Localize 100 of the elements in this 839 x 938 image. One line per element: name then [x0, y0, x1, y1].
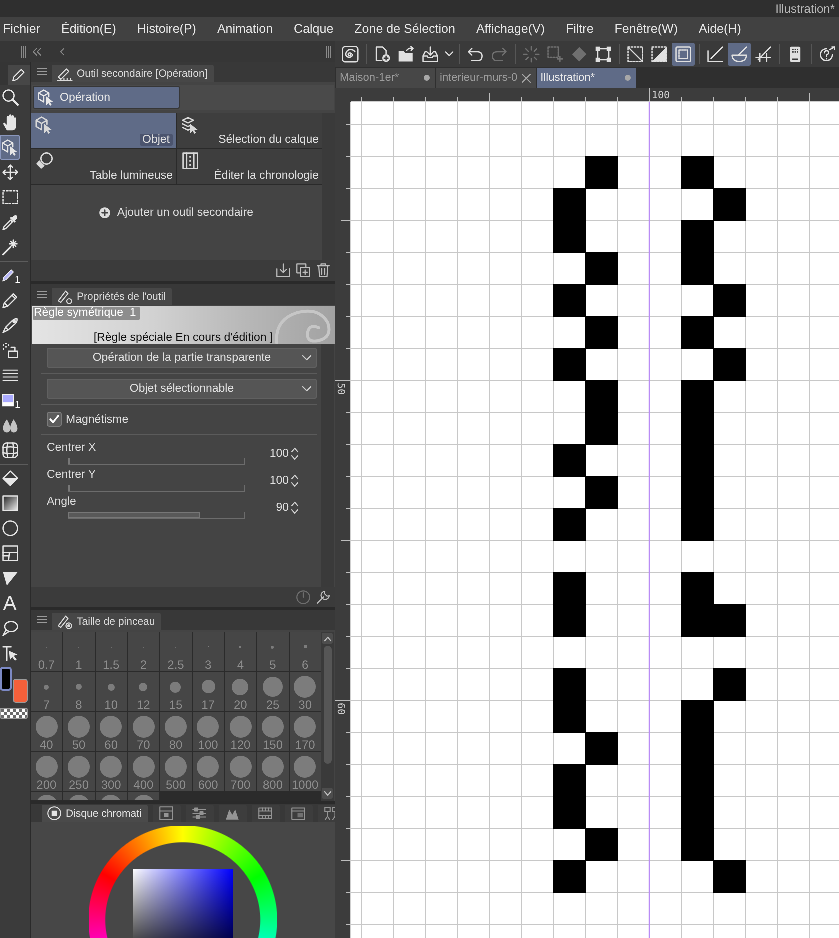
- menu-item[interactable]: Édition(E): [62, 22, 116, 36]
- transparent-color-icon[interactable]: [0, 708, 28, 719]
- brush-size-option[interactable]: 1: [63, 632, 95, 671]
- trash-icon[interactable]: [316, 263, 331, 278]
- panel-tab[interactable]: Disque chromati: [42, 805, 148, 822]
- brush-size-option[interactable]: 30: [290, 672, 321, 711]
- drawing-canvas[interactable]: [351, 102, 839, 938]
- duplicate-icon[interactable]: [296, 263, 311, 278]
- panel-tab[interactable]: [152, 805, 181, 822]
- tool-button[interactable]: 1: [0, 263, 20, 288]
- panel-tab[interactable]: Outil secondaire [Opération]: [52, 65, 214, 82]
- slider-track[interactable]: [68, 485, 245, 492]
- brush-size-option[interactable]: 400: [128, 752, 160, 791]
- menu-item[interactable]: Filtre: [566, 22, 594, 36]
- panel-tab[interactable]: [252, 805, 280, 822]
- scrollbar-thumb[interactable]: [324, 646, 332, 764]
- menu-item[interactable]: Histoire(P): [137, 22, 196, 36]
- grip-icon[interactable]: [326, 46, 332, 58]
- panel-tab[interactable]: Propriétés de l'outil: [52, 288, 172, 305]
- menu-item[interactable]: Fenêtre(W): [614, 22, 678, 36]
- dropdown[interactable]: Objet sélectionnable: [47, 379, 317, 399]
- brush-size-option[interactable]: 100: [192, 712, 224, 751]
- sub-tool-group-tab[interactable]: Opération: [33, 86, 180, 109]
- document-tab[interactable]: Maison-1er*: [336, 68, 435, 88]
- tray-down-icon[interactable]: [276, 263, 291, 278]
- brush-size-option[interactable]: 6: [290, 632, 321, 671]
- add-sub-tool-button[interactable]: Ajouter un outil secondaire: [99, 207, 254, 219]
- brush-size-option[interactable]: 150: [257, 712, 289, 751]
- collapse-icon[interactable]: [32, 48, 42, 56]
- brush-size-option[interactable]: 2.5: [160, 632, 192, 671]
- spin-arrows-icon[interactable]: [291, 474, 299, 488]
- number-value[interactable]: 100: [270, 474, 289, 486]
- panel-tab[interactable]: [8, 65, 30, 85]
- brush-size-option[interactable]: 3: [192, 632, 224, 671]
- close-icon[interactable]: [522, 74, 531, 82]
- menu-item[interactable]: Zone de Sélection: [354, 22, 456, 36]
- menu-icon[interactable]: [37, 290, 47, 298]
- menu-item[interactable]: Affichage(V): [476, 22, 545, 36]
- menu-item[interactable]: Calque: [294, 22, 334, 36]
- wrench-icon[interactable]: [316, 590, 331, 605]
- menu-item[interactable]: Aide(H): [698, 22, 742, 36]
- menu-item[interactable]: Animation: [217, 22, 274, 36]
- brush-size-option[interactable]: 25: [257, 672, 289, 711]
- chevron-down-icon[interactable]: [324, 790, 332, 796]
- document-tab[interactable]: interieur-murs-0: [436, 68, 536, 88]
- brush-size-option[interactable]: 10: [96, 672, 127, 711]
- brush-size-option[interactable]: 700: [225, 752, 256, 791]
- sub-tool-item[interactable]: Table lumineuse: [31, 149, 176, 184]
- color-swatch[interactable]: [0, 667, 12, 691]
- brush-size-option[interactable]: 250: [63, 752, 95, 791]
- brush-size-option[interactable]: 5: [257, 632, 289, 671]
- panel-tab[interactable]: [186, 805, 214, 822]
- slider-track[interactable]: [68, 458, 245, 465]
- chevron-left-icon[interactable]: [60, 48, 65, 56]
- brush-size-option[interactable]: 300: [96, 752, 127, 791]
- sub-tool-item[interactable]: Éditer la chronologie: [177, 149, 322, 184]
- spin-arrows-icon[interactable]: [291, 500, 299, 514]
- brush-size-option[interactable]: 60: [96, 712, 127, 751]
- chevron-up-icon[interactable]: [324, 636, 332, 642]
- brush-size-option[interactable]: 40: [31, 712, 62, 751]
- spin-arrows-icon[interactable]: [291, 446, 299, 460]
- brush-size-option[interactable]: 600: [192, 752, 224, 791]
- brush-size-option[interactable]: 8: [63, 672, 95, 711]
- brush-size-option[interactable]: 0.7: [31, 632, 62, 671]
- brush-size-option[interactable]: 2: [128, 632, 160, 671]
- brush-size-option[interactable]: 1000: [290, 752, 321, 791]
- brush-size-option[interactable]: 170: [290, 712, 321, 751]
- document-tab[interactable]: Illustration*: [536, 68, 636, 88]
- brush-size-option[interactable]: 120: [225, 712, 256, 751]
- menu-item[interactable]: Fichier: [3, 22, 41, 36]
- brush-size-option[interactable]: 500: [160, 752, 192, 791]
- panel-tab[interactable]: [284, 805, 313, 822]
- tool-button[interactable]: [0, 135, 20, 160]
- brush-size-option[interactable]: 800: [257, 752, 289, 791]
- dropdown[interactable]: Opération de la partie transparente: [47, 348, 317, 368]
- number-value[interactable]: 100: [270, 448, 289, 460]
- brush-size-option[interactable]: 1.5: [96, 632, 127, 671]
- brush-size-option[interactable]: 17: [192, 672, 224, 711]
- brush-size-option[interactable]: 7: [31, 672, 62, 711]
- color-swatch[interactable]: [13, 679, 28, 703]
- checkbox[interactable]: [47, 412, 62, 427]
- scrollbar-track[interactable]: [321, 344, 334, 587]
- command-button[interactable]: [728, 42, 751, 66]
- brush-size-option[interactable]: 50: [63, 712, 95, 751]
- command-button[interactable]: [672, 42, 695, 66]
- sub-tool-item[interactable]: Objet: [31, 113, 176, 148]
- panel-tab[interactable]: [218, 805, 247, 822]
- brush-size-option[interactable]: 80: [160, 712, 192, 751]
- menu-icon[interactable]: [37, 68, 47, 76]
- slider-track[interactable]: [68, 512, 245, 519]
- sub-tool-item[interactable]: Sélection du calque: [177, 113, 322, 148]
- brush-size-option[interactable]: 12: [128, 672, 160, 711]
- brush-size-option[interactable]: 15: [160, 672, 192, 711]
- brush-size-option[interactable]: 4: [225, 632, 256, 671]
- grip-icon[interactable]: [21, 46, 27, 58]
- brush-size-option[interactable]: 70: [128, 712, 160, 751]
- brush-size-option[interactable]: 200: [31, 752, 62, 791]
- number-value[interactable]: 90: [276, 502, 289, 514]
- brush-size-option[interactable]: 20: [225, 672, 256, 711]
- scrollbar[interactable]: [321, 632, 334, 801]
